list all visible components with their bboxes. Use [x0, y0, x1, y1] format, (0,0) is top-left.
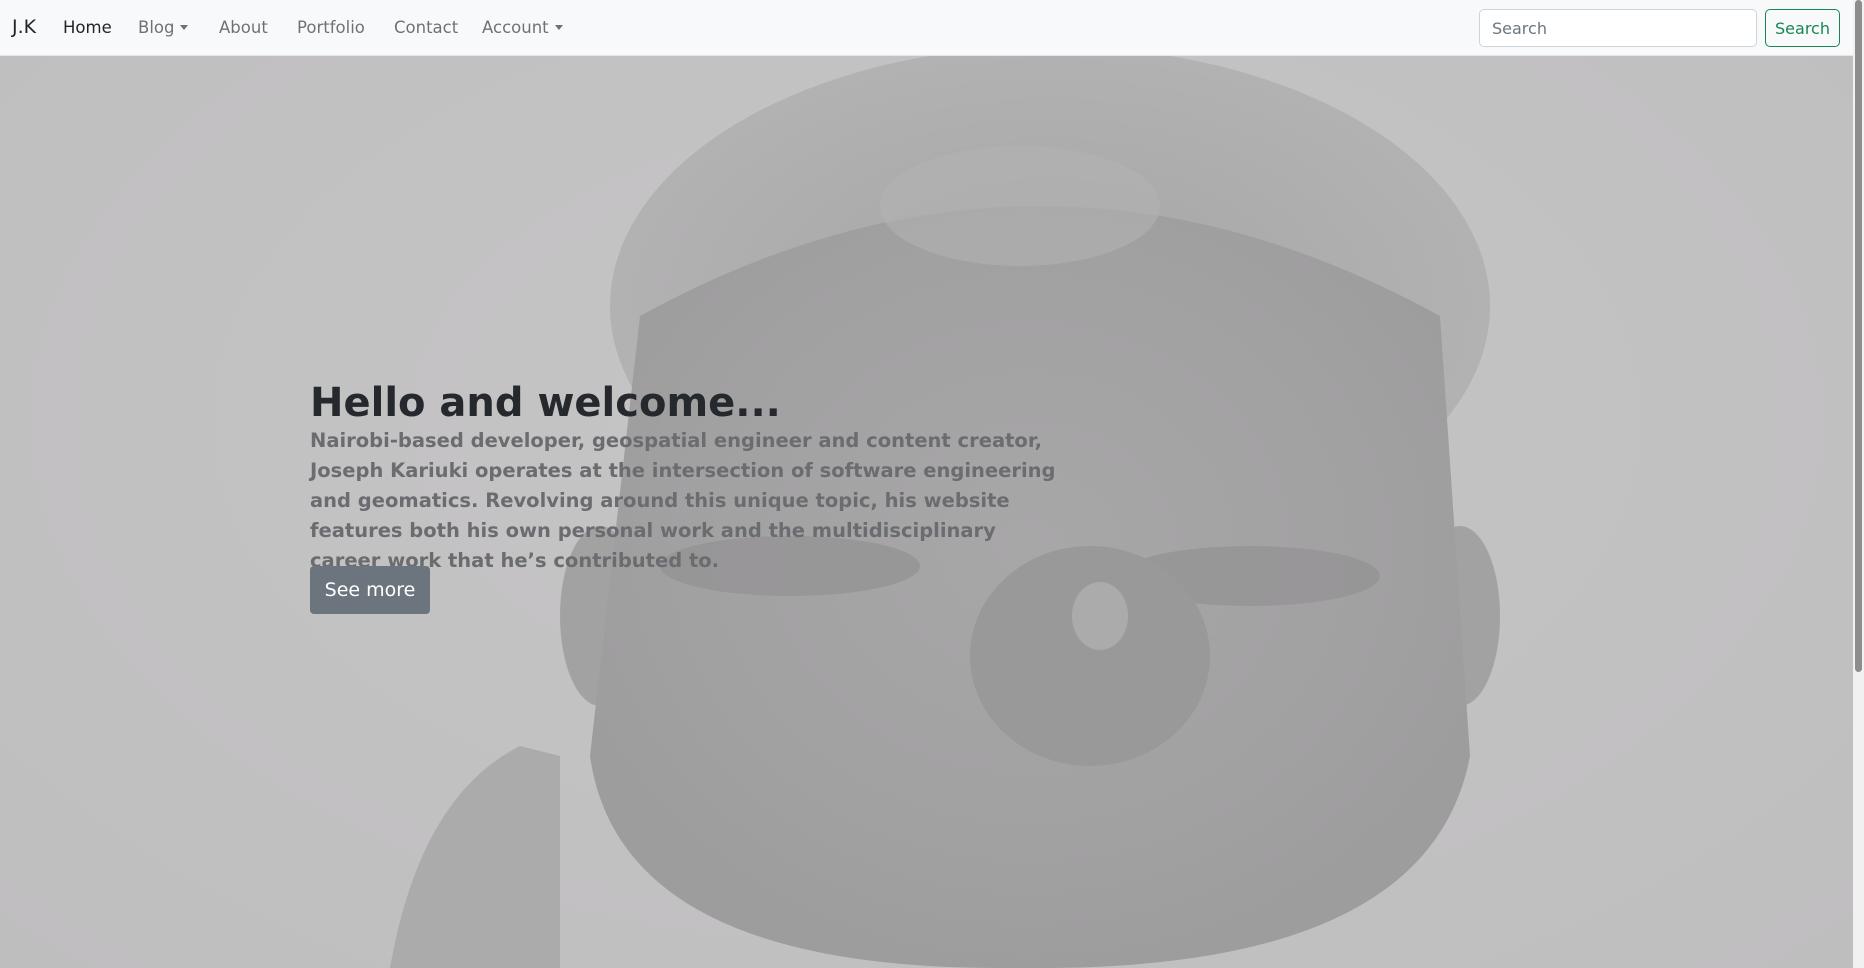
nav-item-account[interactable]: Account	[482, 18, 563, 37]
nav-item-account-label: Account	[482, 18, 549, 37]
scrollbar-thumb[interactable]	[1855, 0, 1862, 672]
hero-description: Nairobi-based developer, geospatial engi…	[310, 429, 1056, 572]
search-input[interactable]	[1479, 9, 1757, 47]
page-scrollbar[interactable]	[1853, 0, 1864, 968]
nav-item-about[interactable]: About	[219, 18, 268, 37]
nav-item-home[interactable]: Home	[63, 18, 112, 37]
chevron-down-icon	[180, 25, 189, 30]
brand-logo[interactable]: J.K	[12, 16, 36, 38]
nav-item-blog-label: Blog	[138, 18, 175, 37]
chevron-down-icon	[554, 25, 563, 30]
search-button[interactable]: Search	[1765, 9, 1840, 47]
top-navbar: J.K Home Blog About Portfolio Contact Ac…	[0, 0, 1853, 56]
nav-item-blog[interactable]: Blog	[138, 18, 189, 37]
page: J.K Home Blog About Portfolio Contact Ac…	[0, 0, 1864, 968]
hero-section: Hello and welcome... Nairobi-based devel…	[0, 56, 1853, 968]
see-more-button[interactable]: See more	[310, 566, 430, 614]
hero-title: Hello and welcome...	[310, 380, 781, 426]
nav-item-portfolio[interactable]: Portfolio	[297, 18, 365, 37]
nav-item-contact[interactable]: Contact	[394, 18, 458, 37]
